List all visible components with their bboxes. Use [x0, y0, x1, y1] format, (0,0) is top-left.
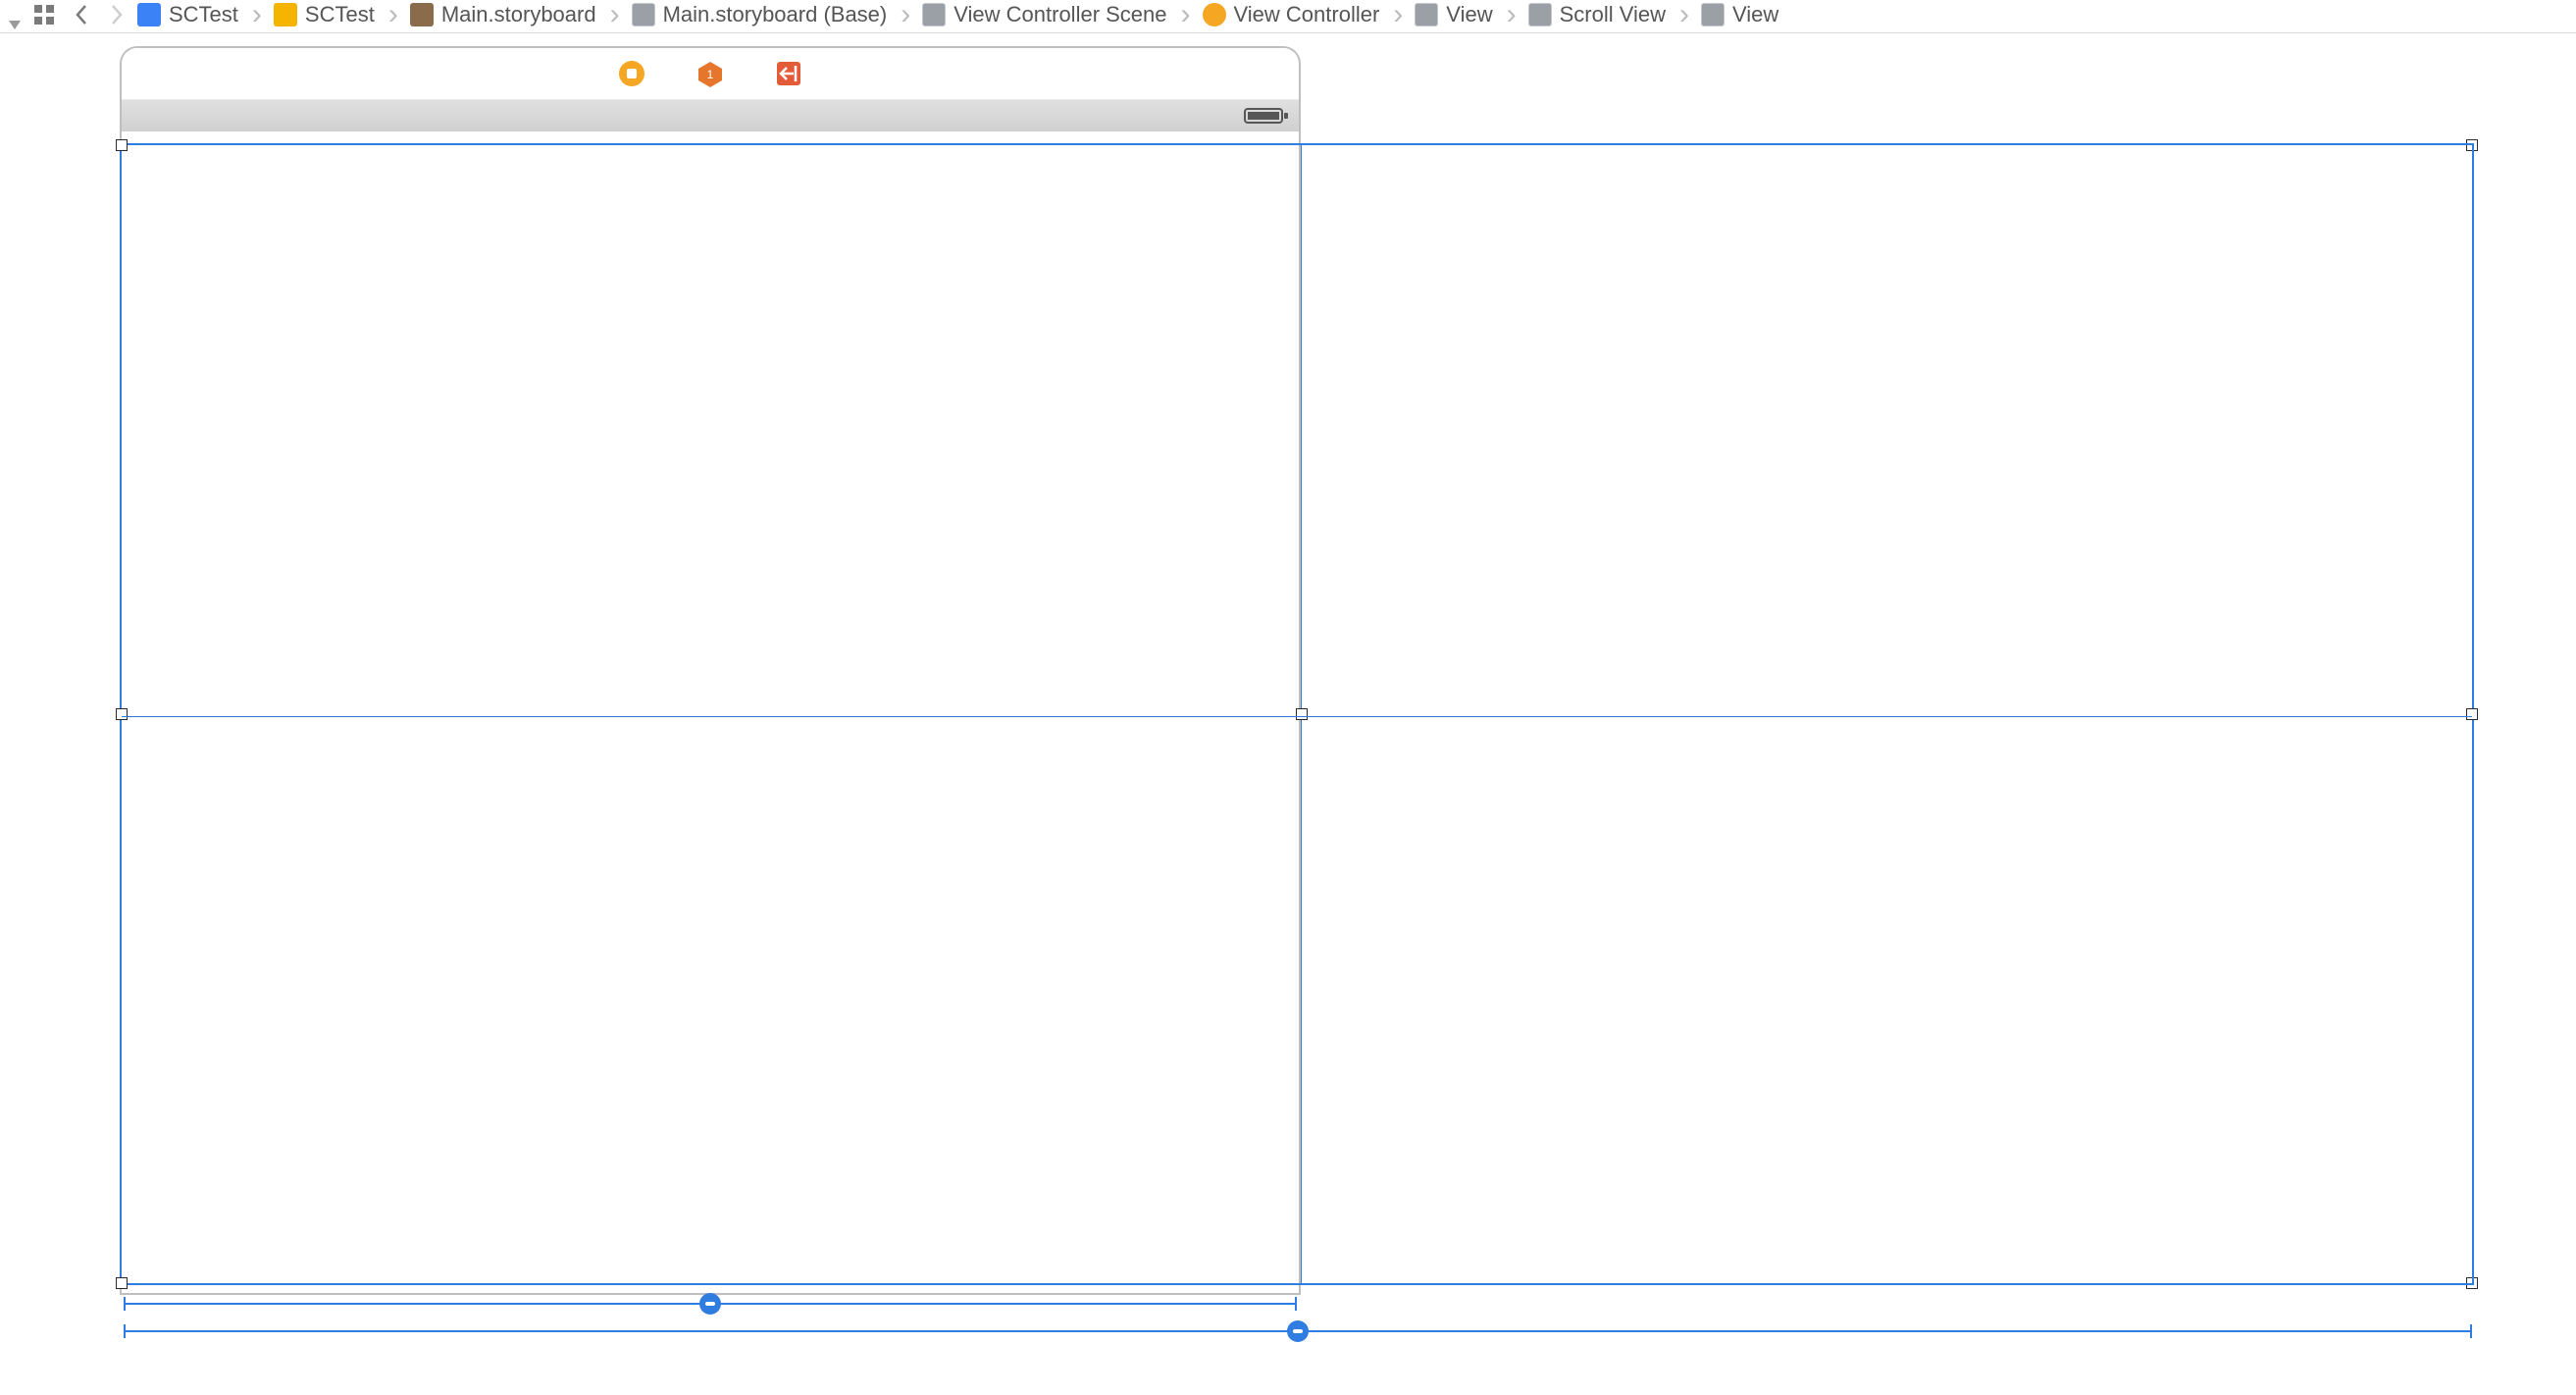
chevron-right-icon: ›	[383, 0, 404, 29]
battery-icon	[1244, 106, 1289, 131]
jump-bar: SCTest › SCTest › Main.storyboard › Main…	[0, 0, 2576, 33]
chevron-right-icon: ›	[1501, 0, 1522, 29]
breadcrumb-item[interactable]: SCTest ›	[274, 0, 404, 29]
scene-icon	[922, 3, 946, 26]
chevron-right-icon: ›	[1674, 0, 1695, 29]
exit-dock-icon[interactable]	[774, 59, 803, 88]
storyboard-canvas[interactable]: 1	[0, 37, 2576, 1395]
related-items-icon[interactable]	[27, 4, 61, 26]
breadcrumb-item[interactable]: Scroll View ›	[1528, 0, 1695, 29]
breadcrumb-item[interactable]: Main.storyboard ›	[410, 0, 626, 29]
chevron-right-icon: ›	[1175, 0, 1197, 29]
scrollview-icon	[1528, 3, 1552, 26]
width-constraint[interactable]	[124, 1303, 1297, 1305]
folder-icon	[274, 3, 297, 26]
breadcrumb-label: View	[1446, 2, 1492, 27]
equal-width-badge-icon[interactable]	[1287, 1320, 1309, 1342]
breadcrumb-label: Main.storyboard	[441, 2, 596, 27]
chevron-right-icon: ›	[1387, 0, 1409, 29]
breadcrumb-item[interactable]: Main.storyboard (Base) ›	[632, 0, 917, 29]
resize-handle[interactable]	[1296, 708, 1308, 720]
breadcrumb-label: SCTest	[169, 2, 238, 27]
first-responder-dock-icon[interactable]: 1	[696, 59, 725, 88]
file-icon	[632, 3, 655, 26]
breadcrumb-label: SCTest	[305, 2, 375, 27]
chevron-right-icon: ›	[246, 0, 268, 29]
nav-forward-button[interactable]	[102, 3, 131, 26]
breadcrumb-label: View	[1732, 2, 1778, 27]
breadcrumb-label: Main.storyboard (Base)	[663, 2, 888, 27]
equal-width-badge-icon[interactable]	[699, 1293, 721, 1315]
chevron-right-icon: ›	[604, 0, 626, 29]
breadcrumb-item[interactable]: SCTest ›	[137, 0, 268, 29]
nav-back-button[interactable]	[67, 3, 96, 26]
layout-guide-line	[122, 716, 2472, 717]
resize-handle[interactable]	[116, 139, 128, 151]
disclosure-triangle-icon[interactable]	[6, 14, 24, 39]
breadcrumb-item[interactable]: View Controller Scene ›	[922, 0, 1196, 29]
breadcrumb-item[interactable]: View ›	[1415, 0, 1521, 29]
breadcrumb-label: Scroll View	[1560, 2, 1666, 27]
status-bar	[122, 100, 1299, 131]
svg-text:1: 1	[707, 68, 714, 81]
width-constraint[interactable]	[124, 1330, 2472, 1332]
content-view-selection[interactable]	[1301, 143, 2474, 1285]
project-icon	[137, 3, 161, 26]
resize-handle[interactable]	[116, 708, 128, 720]
breadcrumb-item[interactable]: View Controller ›	[1203, 0, 1410, 29]
storyboard-icon	[410, 3, 434, 26]
view-controller-icon	[1203, 3, 1226, 26]
breadcrumb-item[interactable]: View	[1701, 2, 1778, 27]
resize-handle[interactable]	[2466, 708, 2478, 720]
breadcrumb-label: View Controller Scene	[953, 2, 1166, 27]
view-controller-dock-icon[interactable]	[617, 59, 646, 88]
view-icon	[1701, 3, 1725, 26]
chevron-right-icon: ›	[895, 0, 916, 29]
resize-handle[interactable]	[116, 1277, 128, 1289]
scene-dock[interactable]: 1	[122, 48, 1299, 100]
breadcrumb-label: View Controller	[1234, 2, 1380, 27]
view-icon	[1415, 3, 1438, 26]
